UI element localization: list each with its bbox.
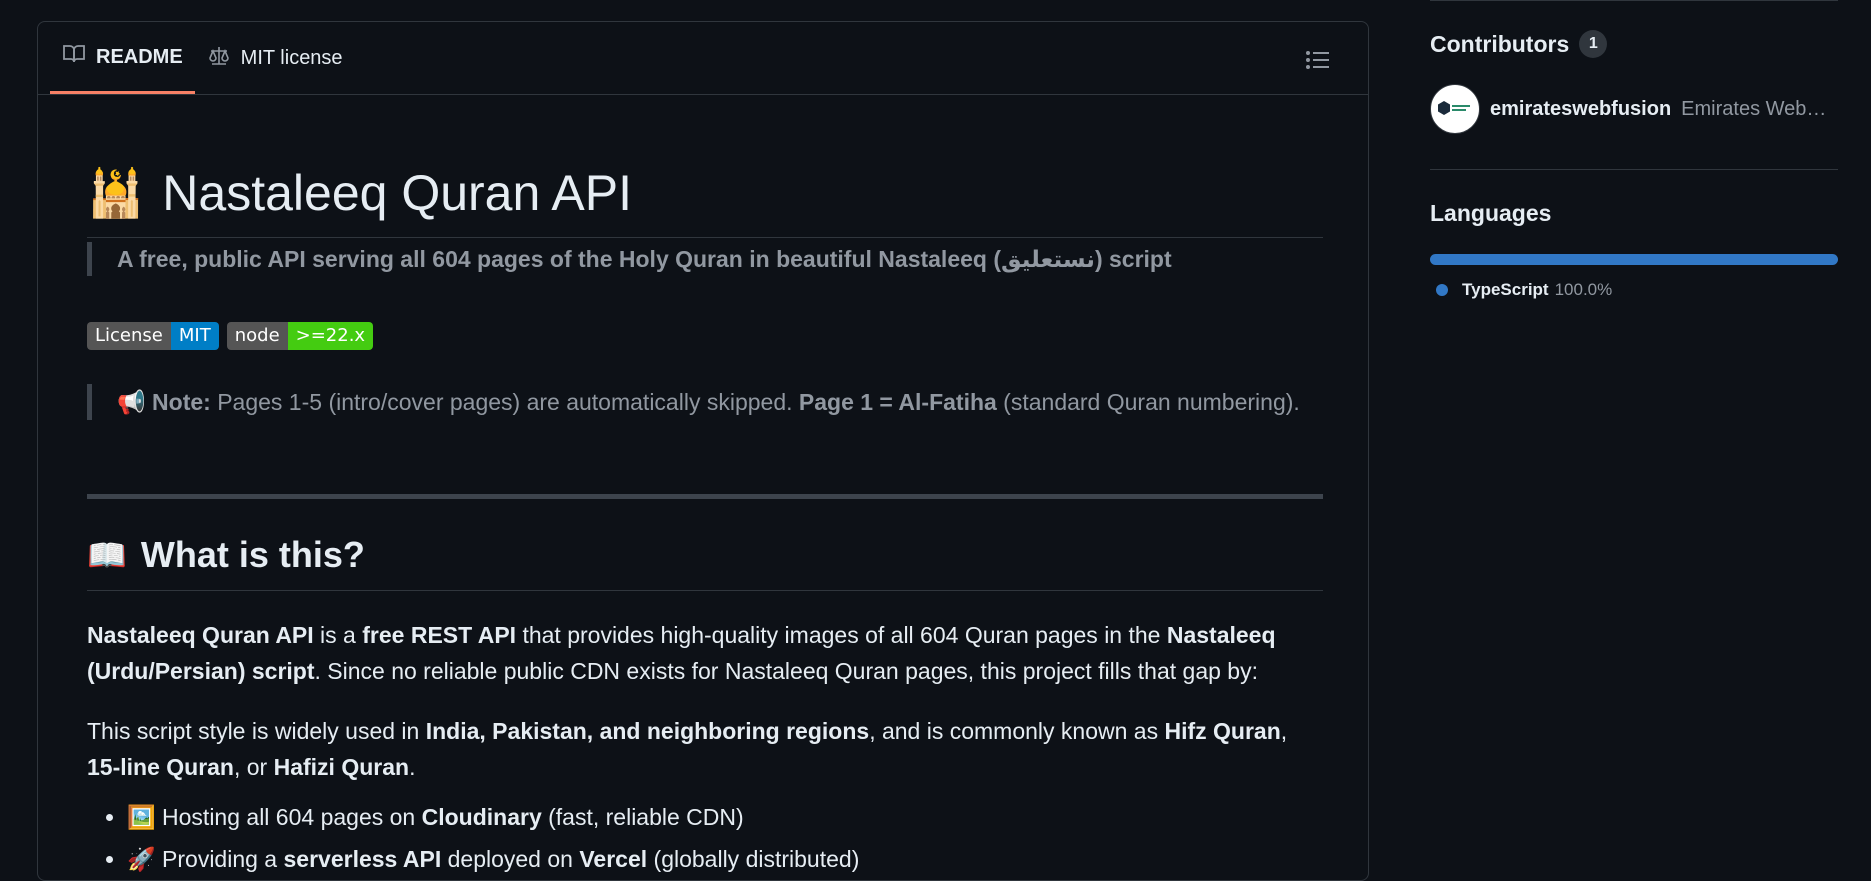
contributors-heading[interactable]: Contributors 1 bbox=[1430, 30, 1608, 58]
li2-text-1: Providing a bbox=[155, 846, 284, 872]
languages-heading-text: Languages bbox=[1430, 200, 1552, 226]
picture-emoji: 🖼️ bbox=[127, 804, 156, 830]
intro-paragraph: Nastaleeq Quran API is a free REST API t… bbox=[87, 617, 1323, 689]
tab-readme[interactable]: README bbox=[50, 23, 195, 94]
li1-text-2: (fast, reliable CDN) bbox=[541, 804, 744, 830]
rocket-emoji: 🚀 bbox=[127, 846, 156, 872]
readme-title-text: Nastaleeq Quran API bbox=[162, 165, 633, 221]
license-badge-left: License bbox=[87, 322, 171, 350]
badges-row: License MIT node >=22.x bbox=[87, 322, 374, 350]
readme-tabbar: README MIT license bbox=[38, 22, 1368, 95]
language-color-dot bbox=[1436, 284, 1448, 296]
avatar[interactable] bbox=[1430, 84, 1480, 134]
p2-bold-2: Hifz Quran bbox=[1164, 718, 1281, 744]
note-text-1: Pages 1-5 (intro/cover pages) are automa… bbox=[210, 389, 799, 415]
li1-text-1: Hosting all 604 pages on bbox=[155, 804, 422, 830]
contributor-logo-icon bbox=[1438, 101, 1470, 115]
contributor-name: Emirates WebFusion bbox=[1681, 97, 1838, 120]
tagline-blockquote: A free, public API serving all 604 pages… bbox=[87, 242, 1323, 276]
p2-bold-1: India, Pakistan, and neighboring regions bbox=[425, 718, 870, 744]
list-item: 🖼️ Hosting all 604 pages on Cloudinary (… bbox=[127, 796, 859, 838]
p1-text-1: is a bbox=[313, 622, 363, 648]
usage-paragraph: This script style is widely used in Indi… bbox=[87, 713, 1323, 785]
li2-text-3: (globally distributed) bbox=[647, 846, 860, 872]
language-bar bbox=[1430, 254, 1838, 265]
p2-bold-4: Hafizi Quran bbox=[273, 754, 410, 780]
language-percent: 100.0% bbox=[1554, 280, 1613, 299]
book-icon bbox=[62, 42, 86, 72]
tab-readme-label: README bbox=[96, 45, 183, 68]
list-unordered-icon bbox=[1306, 51, 1329, 69]
title-divider bbox=[87, 237, 1323, 238]
mosque-emoji: 🕌 bbox=[87, 166, 145, 219]
li2-text-2: deployed on bbox=[441, 846, 580, 872]
tab-license-label: MIT license bbox=[240, 47, 343, 69]
readme-title: 🕌 Nastaleeq Quran API bbox=[87, 164, 632, 222]
license-badge[interactable]: License MIT bbox=[87, 322, 219, 350]
node-badge-right: >=22.x bbox=[287, 322, 374, 350]
p1-text-3: . Since no reliable public CDN exists fo… bbox=[314, 658, 1258, 684]
p2-text-3: , bbox=[1280, 718, 1288, 744]
tagline-text: A free, public API serving all 604 pages… bbox=[117, 246, 1172, 272]
p2-text-2: , and is commonly known as bbox=[869, 718, 1165, 744]
contributor-item[interactable]: emirateswebfusion Emirates WebFusion bbox=[1430, 84, 1838, 134]
readme-panel: README MIT license 🕌 Nastaleeq Quran API… bbox=[37, 21, 1369, 881]
p1-text-2: that provides high-quality images of all… bbox=[516, 622, 1167, 648]
li1-bold: Cloudinary bbox=[421, 804, 542, 830]
p1-bold-2: free REST API bbox=[362, 622, 517, 648]
sidebar-divider-top bbox=[1430, 0, 1838, 1]
license-badge-right: MIT bbox=[170, 322, 219, 350]
p2-text-1: This script style is widely used in bbox=[87, 718, 426, 744]
section-divider bbox=[87, 494, 1323, 499]
heading-divider bbox=[87, 590, 1323, 591]
contributors-count-badge: 1 bbox=[1579, 30, 1608, 58]
note-bold: Page 1 = Al-Fatiha bbox=[798, 389, 997, 415]
p2-text-4: , or bbox=[233, 754, 274, 780]
node-badge-left: node bbox=[226, 322, 288, 350]
note-label: Note: bbox=[152, 389, 211, 415]
feature-list: 🖼️ Hosting all 604 pages on Cloudinary (… bbox=[87, 796, 859, 880]
tab-mit-license[interactable]: MIT license bbox=[195, 23, 355, 94]
li2-bold-2: Vercel bbox=[579, 846, 648, 872]
section-heading-text: What is this? bbox=[140, 534, 365, 575]
list-item: 🚀 Providing a serverless API deployed on… bbox=[127, 838, 859, 880]
node-badge[interactable]: node >=22.x bbox=[226, 322, 374, 350]
li2-bold-1: serverless API bbox=[283, 846, 442, 872]
languages-heading: Languages bbox=[1430, 200, 1551, 227]
p1-bold-1: Nastaleeq Quran API bbox=[87, 622, 314, 648]
language-name: TypeScript bbox=[1462, 280, 1549, 299]
p2-bold-3: 15-line Quran bbox=[87, 754, 234, 780]
law-scale-icon bbox=[207, 44, 231, 74]
p2-text-5: . bbox=[409, 754, 416, 780]
sidebar-divider bbox=[1430, 169, 1838, 170]
megaphone-emoji: 📢 bbox=[117, 389, 146, 415]
outline-list-button[interactable] bbox=[1304, 46, 1332, 74]
note-blockquote: 📢 Note: Pages 1-5 (intro/cover pages) ar… bbox=[87, 384, 1323, 420]
book-emoji: 📖 bbox=[87, 537, 127, 573]
contributors-heading-text: Contributors bbox=[1430, 30, 1570, 57]
section-heading: 📖 What is this? bbox=[87, 534, 365, 576]
contributor-login-link[interactable]: emirateswebfusion bbox=[1490, 98, 1671, 121]
note-text-2: (standard Quran numbering). bbox=[996, 389, 1300, 415]
language-item-typescript[interactable]: TypeScript 100.0% bbox=[1436, 280, 1612, 300]
